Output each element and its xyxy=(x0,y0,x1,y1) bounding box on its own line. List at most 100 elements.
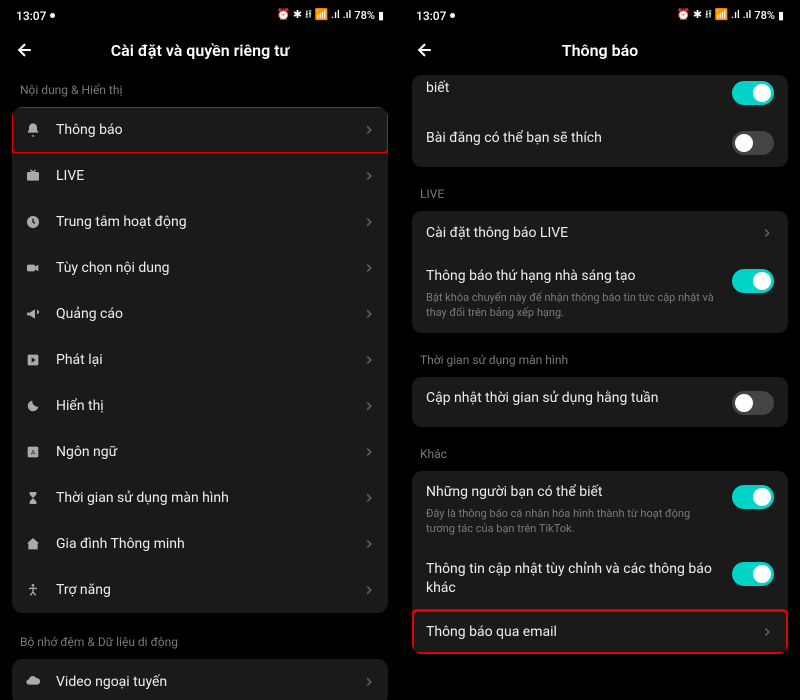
page-title: Thông báo xyxy=(414,41,786,60)
item-label: Trợ năng xyxy=(56,582,348,598)
toggle-label: Cập nhật thời gian sử dụng hằng tuần xyxy=(426,389,720,408)
chevron-right-icon xyxy=(362,169,376,183)
status-battery: 78% xyxy=(754,9,775,22)
toggle-row-people-know: Những người bạn có thể biết Đây là thông… xyxy=(412,471,788,549)
card-partial-top: biết Bài đăng có thể bạn sẽ thích xyxy=(412,75,788,167)
chevron-right-icon xyxy=(362,399,376,413)
settings-scroll[interactable]: Nội dung & Hiển thị Thông báo xyxy=(0,75,400,700)
card-other: Những người bạn có thể biết Đây là thông… xyxy=(412,471,788,654)
item-label: Tùy chọn nội dung xyxy=(56,260,348,276)
phone-left-settings: 13:07 ⏰ ✱ ⭿ 📶 .ıl .ıl 78% ▮ Cài đặt và q… xyxy=(0,0,400,700)
chevron-right-icon xyxy=(362,215,376,229)
nav-label: Cài đặt thông báo LIVE xyxy=(426,225,748,241)
clock-icon xyxy=(24,213,42,231)
settings-item-language[interactable]: A Ngôn ngữ xyxy=(12,429,388,475)
video-icon xyxy=(24,259,42,277)
toggle-partial[interactable] xyxy=(732,81,774,105)
accessibility-icon xyxy=(24,581,42,599)
status-icons: ⏰ ✱ ⭿ 📶 .ıl .ıl 78% ▮ xyxy=(676,6,784,25)
item-label: Thông báo xyxy=(56,122,348,138)
chevron-right-icon xyxy=(362,491,376,505)
toggle-desc: Bật khóa chuyển này để nhận thông báo ti… xyxy=(426,290,720,321)
play-icon xyxy=(24,351,42,369)
settings-item-family[interactable]: Gia đình Thông minh xyxy=(12,521,388,567)
toggle-row-posts-like: Bài đăng có thể bạn sẽ thích xyxy=(412,117,788,167)
bell-icon xyxy=(24,121,42,139)
chevron-right-icon xyxy=(362,445,376,459)
toggle-row-partial: biết xyxy=(412,75,788,117)
chevron-right-icon xyxy=(362,537,376,551)
moon-icon xyxy=(24,397,42,415)
toggle-label: Thông báo thứ hạng nhà sáng tạo xyxy=(426,267,720,286)
settings-item-accessibility[interactable]: Trợ năng xyxy=(12,567,388,613)
settings-item-ads[interactable]: Quảng cáo xyxy=(12,291,388,337)
item-label: Hiển thị xyxy=(56,398,348,414)
chevron-right-icon xyxy=(362,675,376,689)
toggle-custom-updates[interactable] xyxy=(732,562,774,586)
section-label-content: Nội dung & Hiển thị xyxy=(12,75,388,107)
settings-item-content[interactable]: Tùy chọn nội dung xyxy=(12,245,388,291)
megaphone-icon xyxy=(24,305,42,323)
notifications-scroll[interactable]: biết Bài đăng có thể bạn sẽ thích LIVE C… xyxy=(400,75,800,700)
status-icons: ⏰ ✱ ⭿ 📶 .ıl .ıl 78% ▮ xyxy=(276,6,384,25)
status-bar: 13:07 ⏰ ✱ ⭿ 📶 .ıl .ıl 78% ▮ xyxy=(400,0,800,29)
settings-item-playback[interactable]: Phát lại xyxy=(12,337,388,383)
item-label: Gia đình Thông minh xyxy=(56,536,348,552)
nav-email-notif[interactable]: Thông báo qua email xyxy=(412,610,788,654)
status-bar: 13:07 ⏰ ✱ ⭿ 📶 .ıl .ıl 78% ▮ xyxy=(0,0,400,29)
svg-text:A: A xyxy=(31,449,36,457)
status-notification-dot xyxy=(50,13,55,18)
phone-right-notifications: 13:07 ⏰ ✱ ⭿ 📶 .ıl .ıl 78% ▮ Thông báo bi… xyxy=(400,0,800,700)
item-label: Video ngoại tuyến xyxy=(56,674,348,690)
tv-icon xyxy=(24,167,42,185)
item-label: Phát lại xyxy=(56,352,348,368)
toggle-label: Thông tin cập nhật tùy chỉnh và các thôn… xyxy=(426,560,720,598)
toggle-weekly[interactable] xyxy=(732,391,774,415)
page-title: Cài đặt và quyền riêng tư xyxy=(14,41,386,60)
settings-item-screentime[interactable]: Thời gian sử dụng màn hình xyxy=(12,475,388,521)
chevron-right-icon xyxy=(362,583,376,597)
settings-item-activity[interactable]: Trung tâm hoạt động xyxy=(12,199,388,245)
toggle-label: Bài đăng có thể bạn sẽ thích xyxy=(426,129,720,148)
item-label: Thời gian sử dụng màn hình xyxy=(56,490,348,506)
nav-live-settings[interactable]: Cài đặt thông báo LIVE xyxy=(412,211,788,255)
item-label: Trung tâm hoạt động xyxy=(56,214,348,230)
settings-item-display[interactable]: Hiển thị xyxy=(12,383,388,429)
toggle-row-creator-rank: Thông báo thứ hạng nhà sáng tạo Bật khóa… xyxy=(412,255,788,333)
item-label: LIVE xyxy=(56,168,348,184)
status-time: 13:07 xyxy=(16,9,46,23)
chevron-right-icon xyxy=(362,123,376,137)
toggle-label: biết xyxy=(426,79,720,98)
chevron-right-icon xyxy=(760,226,774,240)
chevron-right-icon xyxy=(362,307,376,321)
header: Cài đặt và quyền riêng tư xyxy=(0,29,400,75)
settings-item-live[interactable]: LIVE xyxy=(12,153,388,199)
status-notification-dot xyxy=(450,13,455,18)
toggle-row-custom-updates: Thông tin cập nhật tùy chỉnh và các thôn… xyxy=(412,548,788,610)
chevron-right-icon xyxy=(362,353,376,367)
toggle-row-weekly: Cập nhật thời gian sử dụng hằng tuần xyxy=(412,377,788,427)
section-label-live: LIVE xyxy=(412,179,788,211)
section-label-screentime: Thời gian sử dụng màn hình xyxy=(412,345,788,377)
chevron-right-icon xyxy=(362,261,376,275)
status-time: 13:07 xyxy=(416,9,446,23)
hourglass-icon xyxy=(24,489,42,507)
toggle-desc: Đây là thông báo cá nhân hóa hình thành … xyxy=(426,506,720,537)
settings-item-notifications[interactable]: Thông báo xyxy=(12,107,388,153)
toggle-posts-like[interactable] xyxy=(732,131,774,155)
language-icon: A xyxy=(24,443,42,461)
settings-item-offline[interactable]: Video ngoại tuyến xyxy=(12,659,388,700)
section-label-cache: Bộ nhớ đệm & Dữ liệu di động xyxy=(12,627,388,659)
item-label: Ngôn ngữ xyxy=(56,444,348,460)
card-live: Cài đặt thông báo LIVE Thông báo thứ hạn… xyxy=(412,211,788,333)
nav-label: Thông báo qua email xyxy=(426,624,748,640)
header: Thông báo xyxy=(400,29,800,75)
chevron-right-icon xyxy=(760,625,774,639)
card-screentime: Cập nhật thời gian sử dụng hằng tuần xyxy=(412,377,788,427)
toggle-label: Những người bạn có thể biết xyxy=(426,483,720,502)
toggle-creator-rank[interactable] xyxy=(732,269,774,293)
toggle-people-know[interactable] xyxy=(732,485,774,509)
home-icon xyxy=(24,535,42,553)
status-battery: 78% xyxy=(354,9,375,22)
section-label-other: Khác xyxy=(412,439,788,471)
